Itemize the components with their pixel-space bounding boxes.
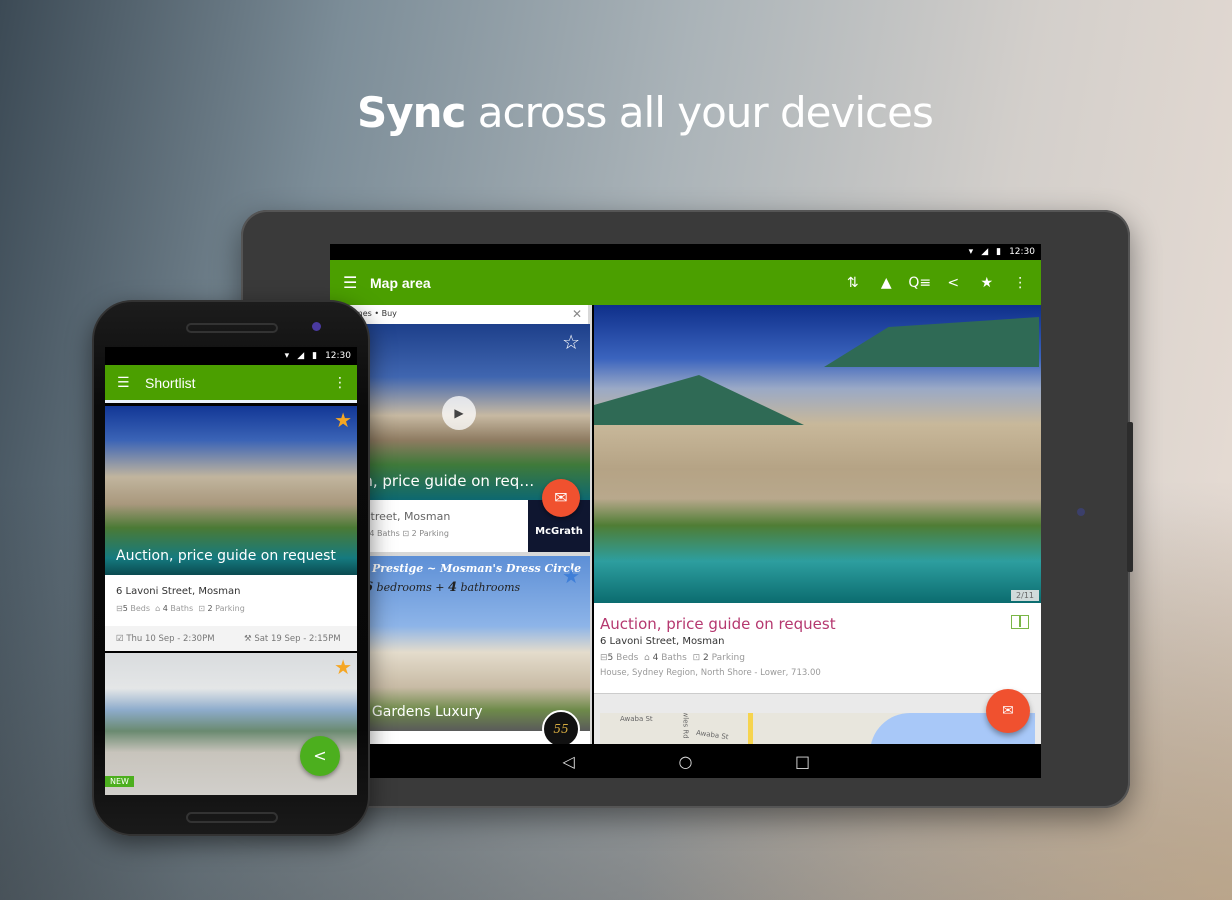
search-filter-icon[interactable]: Q≡ — [903, 275, 937, 291]
tablet-screen: ▾ ◢ ▮ 12:30 ☰ Map area ⇅ ▲ Q≡ < ★ ⋮ omes… — [330, 244, 1041, 778]
email-fab[interactable]: ✉ — [986, 689, 1030, 733]
video-icon[interactable]: ▶ — [442, 396, 476, 430]
breadcrumb: omes • Buy ✕ — [330, 305, 588, 324]
back-icon[interactable]: ◁ — [558, 752, 580, 771]
phone-screen: ▾ ◢ ▮ 12:30 ☰ Shortlist ⋮ ★ Auction, pri… — [105, 347, 357, 795]
map-street-label: owles Rd — [681, 713, 690, 739]
phone-speaker — [186, 323, 278, 333]
favorite-star-icon[interactable]: ★ — [562, 564, 580, 588]
phone-status-bar: ▾ ◢ ▮ 12:30 — [105, 347, 357, 365]
tablet-nav-bar: ◁ ○ □ — [330, 744, 1041, 778]
photo-roof-shape — [824, 317, 1039, 367]
bell-icon[interactable]: ▲ — [870, 275, 904, 291]
tablet-side-button — [1127, 422, 1133, 572]
listing-banner-rooms: 6 bedrooms + 4 bathrooms — [364, 580, 521, 595]
sort-icon[interactable]: ⇅ — [836, 275, 870, 291]
close-icon[interactable]: ✕ — [572, 307, 582, 321]
signal-icon: ◢ — [297, 351, 305, 361]
bed-icon: ⊟ — [600, 653, 608, 663]
tablet-status-bar: ▾ ◢ ▮ 12:30 — [330, 244, 1041, 260]
calendar-icon: ☑ — [116, 633, 124, 644]
bed-icon: ⊟ — [116, 604, 123, 613]
listing-features: ⊟5 Beds ⌂ 4 Baths ⊡ 2 Parking — [116, 604, 245, 613]
property-features: ⊟5 Beds ⌂ 4 Baths ⊡ 2 Parking — [600, 653, 745, 663]
inspection-time: ☑ Thu 10 Sep - 2:30PM — [116, 633, 215, 644]
favorite-star-icon[interactable]: ★ — [334, 655, 352, 679]
property-address: 6 Lavoni Street, Mosman — [600, 636, 725, 647]
signal-icon: ◢ — [981, 247, 989, 257]
map-street-label: Awaba St — [695, 728, 730, 742]
property-summary: Auction, price guide on request 6 Lavoni… — [594, 603, 1041, 694]
menu-icon[interactable]: ☰ — [343, 273, 361, 292]
app-bar-title: Shortlist — [145, 374, 196, 391]
phone-camera — [312, 322, 321, 331]
car-icon: ⊡ — [692, 653, 701, 663]
shortlist-card[interactable]: ★ Auction, price guide on request 6 Lavo… — [105, 406, 357, 651]
favorite-star-icon[interactable]: ★ — [334, 408, 352, 432]
property-meta: House, Sydney Region, North Shore - Lowe… — [600, 668, 821, 678]
listing-address: 6 Lavoni Street, Mosman — [116, 586, 241, 597]
more-icon[interactable]: ⋮ — [333, 375, 347, 391]
map-street-label: Awaba St — [620, 715, 653, 723]
recents-icon[interactable]: □ — [792, 752, 814, 771]
phone-app-bar: ☰ Shortlist ⋮ — [105, 365, 357, 403]
wifi-icon: ▾ — [284, 351, 290, 361]
listing-card[interactable]: y & Prestige ~ Mosman's Dress Circle 6 b… — [344, 556, 590, 744]
app-bar-actions: ⇅ ▲ Q≡ < ★ ⋮ — [836, 275, 1037, 291]
headline: Sync across all your devices — [357, 88, 934, 137]
home-icon[interactable]: ○ — [675, 752, 697, 771]
status-time: 12:30 — [1009, 247, 1035, 257]
share-icon[interactable]: < — [937, 275, 971, 291]
headline-bold: Sync — [357, 88, 466, 137]
listing-card[interactable]: ☆ ▶ ion, price guide on req… ni Street, … — [344, 324, 590, 552]
more-icon[interactable]: ⋮ — [1004, 275, 1038, 291]
battery-icon: ▮ — [996, 247, 1002, 257]
tablet-app-bar: ☰ Map area ⇅ ▲ Q≡ < ★ ⋮ — [330, 260, 1041, 305]
car-icon: ⊡ — [198, 604, 205, 613]
bath-icon: ⌂ — [155, 604, 161, 613]
tablet-camera — [1077, 508, 1085, 516]
gavel-icon: ⚒ — [244, 633, 252, 644]
battery-icon: ▮ — [312, 351, 318, 361]
property-photo[interactable]: 2/11 — [594, 305, 1041, 603]
floorplan-icon[interactable] — [1011, 615, 1029, 629]
detail-panel: 2/11 Auction, price guide on request 6 L… — [594, 305, 1041, 753]
app-bar-title: Map area — [370, 274, 431, 291]
property-price: Auction, price guide on request — [600, 615, 836, 633]
listing-times: ☑ Thu 10 Sep - 2:30PM ⚒ Sat 19 Sep - 2:1… — [105, 626, 357, 651]
auction-time: ⚒ Sat 19 Sep - 2:15PM — [244, 633, 341, 644]
email-agent-button[interactable]: ✉ — [542, 479, 580, 517]
star-icon[interactable]: ★ — [970, 275, 1004, 291]
status-time: 12:30 — [325, 351, 351, 361]
shortlist-card[interactable]: ★ NEW < — [105, 653, 357, 795]
photo-roof-shape — [594, 375, 804, 425]
listing-banner: y & Prestige ~ Mosman's Dress Circle — [348, 562, 582, 575]
favorite-star-icon[interactable]: ☆ — [562, 330, 580, 354]
wifi-icon: ▾ — [968, 247, 974, 257]
share-fab[interactable]: < — [300, 736, 340, 776]
phone-speaker-bottom — [186, 812, 278, 823]
bath-icon: ⌂ — [644, 653, 650, 663]
new-badge: NEW — [105, 776, 134, 787]
listing-price: Auction, price guide on request — [116, 548, 336, 564]
photo-counter: 2/11 — [1011, 590, 1039, 601]
agency-badge: 55 — [542, 710, 580, 744]
headline-rest: across all your devices — [477, 88, 934, 137]
listing-price: ion, price guide on req… — [350, 472, 535, 490]
menu-icon[interactable]: ☰ — [117, 375, 133, 391]
